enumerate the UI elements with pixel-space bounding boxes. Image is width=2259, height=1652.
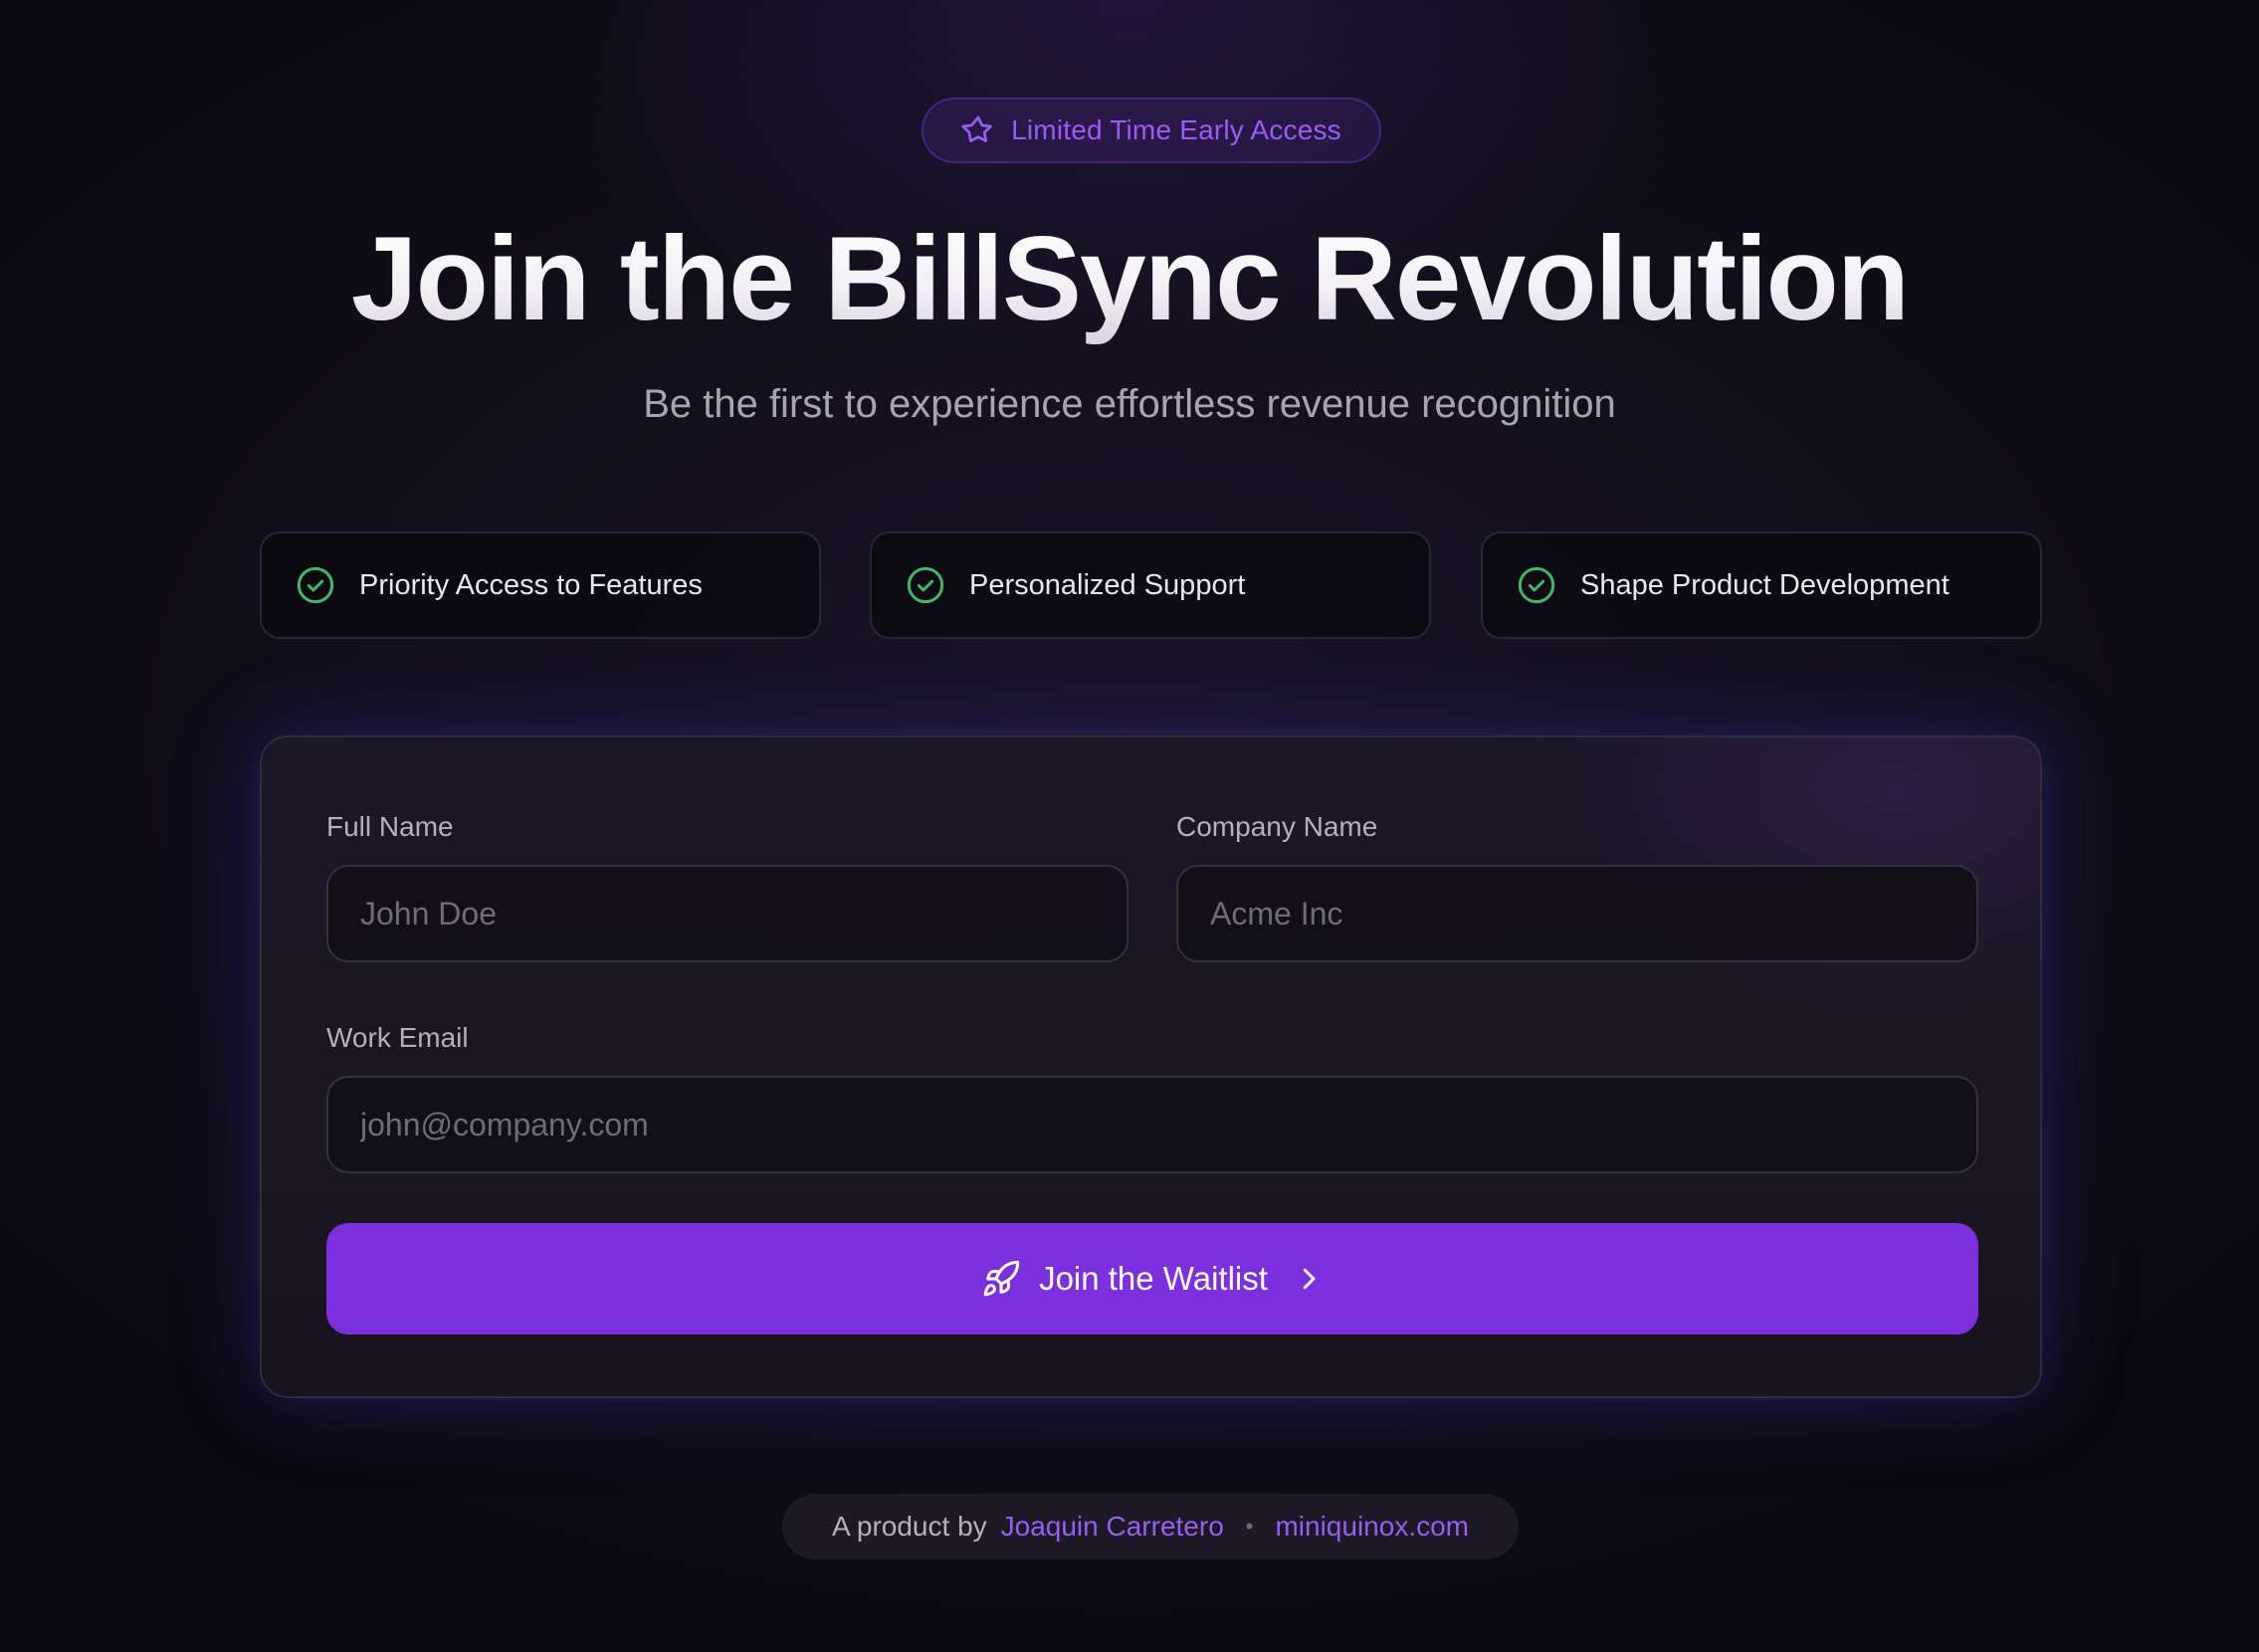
- feature-label: Shape Product Development: [1580, 568, 1950, 601]
- feature-label: Personalized Support: [969, 568, 1246, 601]
- full-name-input[interactable]: [326, 865, 1129, 962]
- star-icon: [961, 115, 992, 142]
- full-name-label: Full Name: [326, 811, 454, 842]
- check-circle-icon: [1518, 566, 1555, 604]
- waitlist-form: Full Name Company Name Work Email Join t…: [260, 735, 2042, 1398]
- feature-label: Priority Access to Features: [359, 568, 703, 601]
- early-access-badge: Limited Time Early Access: [922, 98, 1381, 163]
- site-link[interactable]: miniquinox.com: [1275, 1511, 1469, 1543]
- company-name-input[interactable]: [1176, 865, 1978, 962]
- author-link[interactable]: Joaquin Carretero: [1001, 1511, 1224, 1543]
- join-waitlist-label: Join the Waitlist: [1039, 1260, 1268, 1297]
- feature-shape-product: Shape Product Development: [1481, 531, 2042, 639]
- work-email-label: Work Email: [326, 1022, 469, 1053]
- work-email-input[interactable]: [326, 1076, 1978, 1173]
- company-name-label: Company Name: [1176, 811, 1378, 842]
- page-title: Join the BillSync Revolution: [0, 209, 2259, 348]
- rocket-icon: [983, 1260, 1020, 1297]
- check-circle-icon: [297, 566, 334, 604]
- page-subtitle: Be the first to experience effortless re…: [643, 382, 1616, 426]
- feature-priority-access: Priority Access to Features: [260, 531, 821, 639]
- check-circle-icon: [907, 566, 944, 604]
- waitlist-page: Limited Time Early Access Join the BillS…: [0, 0, 2259, 1652]
- footer-prefix: A product by: [831, 1511, 987, 1542]
- footer-credit: A product by Joaquin Carretero • miniqui…: [782, 1494, 1519, 1559]
- chevron-right-icon: [1303, 1268, 1316, 1290]
- feature-personalized-support: Personalized Support: [870, 531, 1431, 639]
- badge-label: Limited Time Early Access: [1011, 114, 1341, 145]
- join-waitlist-button[interactable]: Join the Waitlist: [326, 1223, 1978, 1335]
- footer-separator: •: [1245, 1514, 1254, 1539]
